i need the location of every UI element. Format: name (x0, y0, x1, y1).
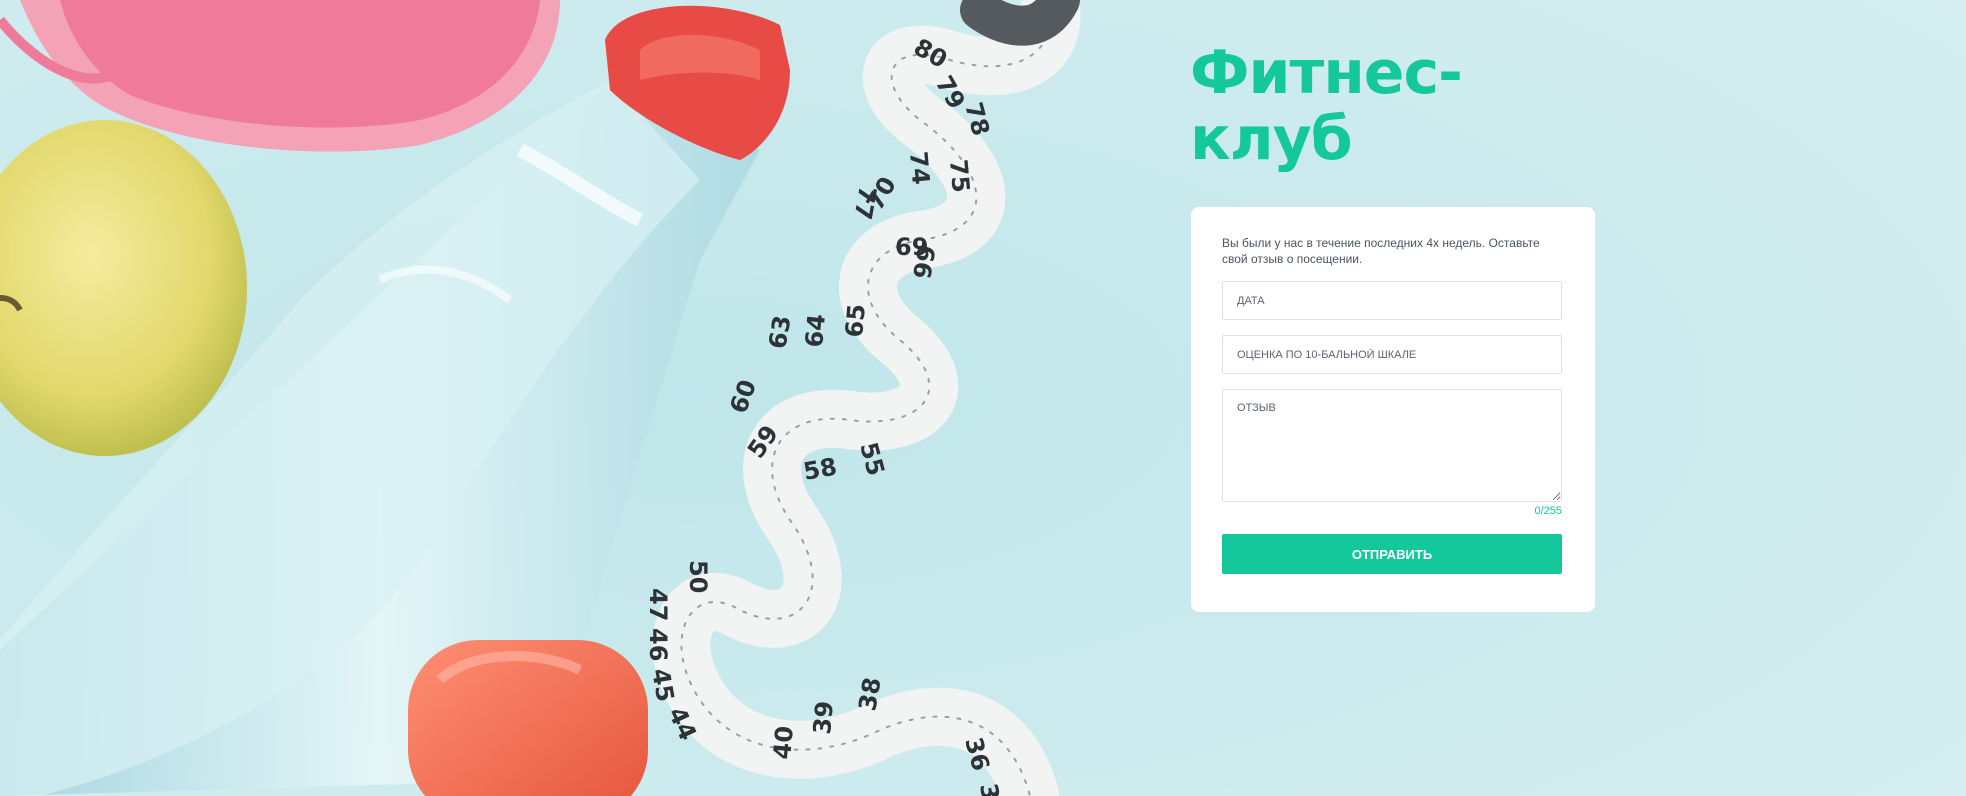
feedback-form: Вы были у нас в течение последних 4х нед… (1191, 207, 1595, 612)
background-photo: 80 79 78 74 75 77 70 69 99 63 64 65 60 5… (0, 0, 1966, 796)
svg-text:50: 50 (684, 560, 712, 593)
character-counter: 0/255 (1534, 505, 1562, 517)
svg-text:39: 39 (808, 700, 839, 736)
rating-field[interactable] (1222, 335, 1562, 374)
dumbbell-shape (408, 640, 648, 796)
page-title: Фитнес- клуб (1190, 38, 1463, 174)
svg-text:63: 63 (763, 313, 796, 351)
review-textarea[interactable] (1222, 389, 1562, 502)
svg-text:45: 45 (646, 666, 679, 704)
svg-text:99: 99 (908, 243, 941, 281)
svg-text:75: 75 (944, 158, 975, 194)
date-field[interactable] (1222, 281, 1562, 320)
title-line-1: Фитнес- (1190, 38, 1463, 108)
svg-text:74: 74 (904, 150, 935, 186)
svg-text:46: 46 (644, 628, 672, 661)
submit-button[interactable]: ОТПРАВИТЬ (1222, 534, 1562, 574)
form-intro-text: Вы были у нас в течение последних 4х нед… (1222, 236, 1540, 266)
svg-text:58: 58 (801, 453, 839, 486)
svg-text:47: 47 (644, 588, 672, 621)
svg-text:40: 40 (768, 725, 799, 761)
svg-text:65: 65 (840, 303, 871, 339)
svg-text:38: 38 (853, 675, 886, 713)
svg-text:64: 64 (800, 313, 831, 349)
title-line-2: клуб (1190, 104, 1353, 174)
